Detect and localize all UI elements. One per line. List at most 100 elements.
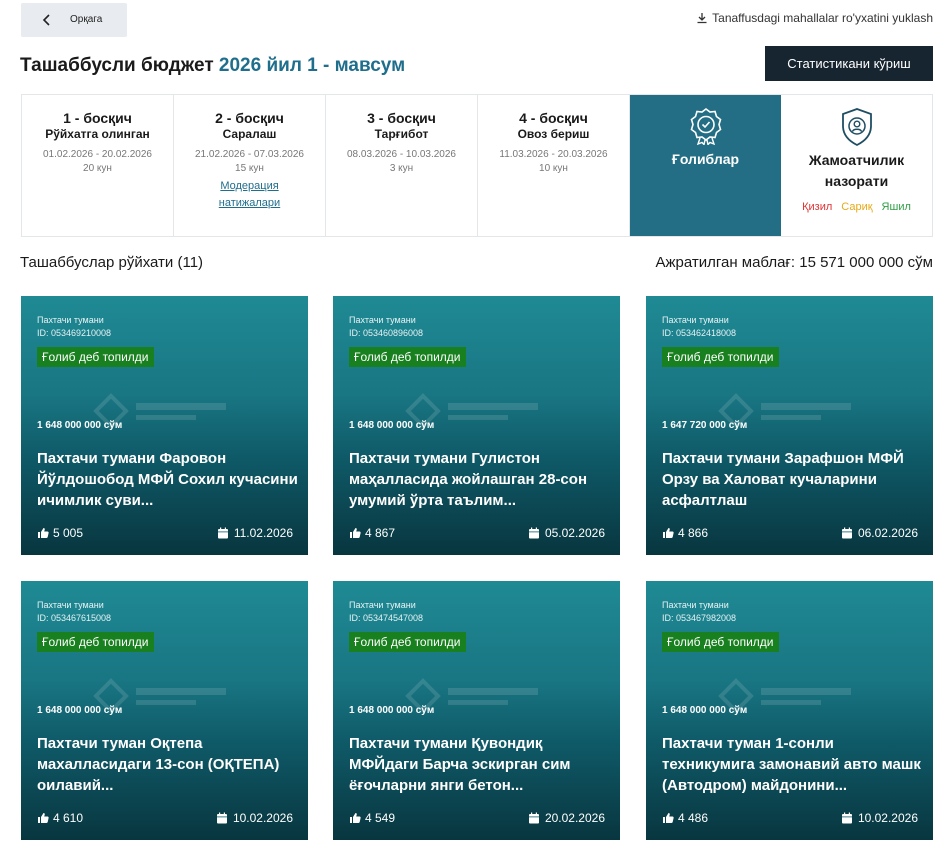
thumbs-up-icon [663, 528, 674, 538]
card-id: ID: 053469210008 [37, 328, 112, 338]
card-district: Пахтачи тумани [37, 600, 104, 610]
calendar-icon [841, 527, 852, 539]
card-district: Пахтачи тумани [349, 315, 416, 325]
card-date: 10.02.2026 [841, 811, 918, 825]
thumbs-up-icon [663, 813, 674, 823]
votes-count: 4 867 [365, 526, 396, 540]
thumbs-up-icon [350, 813, 361, 823]
winner-badge: Ғолиб деб топилди [662, 632, 779, 652]
card-amount: 1 648 000 000 сўм [662, 705, 748, 716]
stage-subtitle: Саралаш [222, 127, 277, 141]
card-title: Пахтачи тумани Зарафшон МФЙ Орзу ва Хало… [662, 450, 904, 509]
stage-subtitle: Рўйхатга олинган [45, 127, 150, 141]
stage-title: 4 - босқич [519, 110, 588, 126]
moderation-results-link[interactable]: Модерация натижалари [205, 178, 295, 212]
card-amount: 1 648 000 000 сўм [349, 420, 435, 431]
date-value: 10.02.2026 [232, 811, 293, 825]
stage-1: 1 - босқич Рўйхатга олинган 01.02.2026 -… [22, 95, 174, 236]
card-district: Пахтачи тумани [37, 315, 104, 325]
shield-user-icon [841, 108, 872, 147]
page-title: Ташаббусли бюджет 2026 йил 1 - мавсум [20, 55, 405, 77]
votes-count: 4 610 [53, 811, 84, 825]
card-amount: 1 647 720 000 сўм [662, 420, 748, 431]
status-color-legend: Қизил Сариқ Яшил [781, 201, 932, 213]
public-control-tab[interactable]: Жамоатчилик назорати Қизил Сариқ Яшил [781, 95, 932, 236]
card-title: Пахтачи тумани Қувондиқ МФЙдаги Барча эс… [349, 735, 571, 794]
view-statistics-button[interactable]: Статистикани кўриш [765, 46, 933, 81]
winner-badge: Ғолиб деб топилди [662, 347, 779, 367]
initiative-card[interactable]: Пахтачи тумани ID: 053460896008 Ғолиб де… [333, 296, 620, 555]
calendar-icon [528, 527, 539, 539]
card-amount: 1 648 000 000 сўм [37, 705, 123, 716]
calendar-icon [216, 812, 227, 824]
thumbs-up-icon [38, 528, 49, 538]
green-status-label: Яшил [881, 201, 911, 213]
calendar-icon [217, 527, 228, 539]
download-icon [697, 13, 707, 24]
card-amount: 1 648 000 000 сўм [349, 705, 435, 716]
card-id: ID: 053467982008 [662, 613, 737, 623]
votes-count: 4 549 [365, 811, 396, 825]
stages-bar: 1 - босқич Рўйхатга олинган 01.02.2026 -… [21, 94, 933, 237]
votes-count: 4 866 [678, 526, 709, 540]
card-title: Пахтачи туман Оқтепа махалласидаги 13-со… [37, 735, 280, 794]
stage-2: 2 - босқич Саралаш 21.02.2026 - 07.03.20… [174, 95, 326, 236]
stage-subtitle: Овоз бериш [517, 127, 590, 141]
stage-4: 4 - босқич Овоз бериш 11.03.2026 - 20.03… [478, 95, 630, 236]
public-control-label: Жамоатчилик назорати [808, 152, 905, 189]
winner-badge: Ғолиб деб топилди [37, 632, 154, 652]
initiative-card[interactable]: Пахтачи тумани ID: 053462418008 Ғолиб де… [646, 296, 933, 555]
card-votes: 4 549 [349, 811, 395, 825]
red-status-label: Қизил [802, 201, 833, 213]
stage-days: 15 кун [235, 163, 264, 174]
winner-badge: Ғолиб деб топилди [349, 632, 466, 652]
initiatives-list-title: Ташаббуслар рўйхати (11) [20, 254, 204, 271]
initiative-card[interactable]: Пахтачи тумани ID: 053474547008 Ғолиб де… [333, 581, 620, 840]
page-title-season: 2026 йил 1 - мавсум [218, 55, 406, 76]
winners-label: Ғолиблар [671, 151, 740, 167]
thumbs-up-icon [350, 528, 361, 538]
download-list-label: Tanaffusdagi mahallalar ro'yxatini yukla… [712, 11, 933, 25]
initiative-card[interactable]: Пахтачи тумани ID: 053467615008 Ғолиб де… [21, 581, 308, 840]
allocated-funds: Ажратилган маблағ: 15 571 000 000 сўм [655, 254, 933, 271]
initiative-card[interactable]: Пахтачи тумани ID: 053467982008 Ғолиб де… [646, 581, 933, 840]
date-value: 05.02.2026 [544, 526, 605, 540]
stage-3: 3 - босқич Тарғибот 08.03.2026 - 10.03.2… [326, 95, 478, 236]
stage-title: 2 - босқич [215, 110, 284, 126]
card-district: Пахтачи тумани [662, 315, 729, 325]
card-date: 05.02.2026 [528, 526, 605, 540]
card-date: 11.02.2026 [217, 526, 293, 540]
card-id: ID: 053460896008 [349, 328, 424, 338]
date-value: 20.02.2026 [544, 811, 605, 825]
card-id: ID: 053474547008 [349, 613, 424, 623]
stage-title: 1 - босқич [63, 110, 132, 126]
card-id: ID: 053462418008 [662, 328, 737, 338]
votes-count: 4 486 [678, 811, 709, 825]
date-value: 10.02.2026 [857, 811, 918, 825]
card-date: 06.02.2026 [841, 526, 918, 540]
stage-subtitle: Тарғибот [374, 127, 429, 141]
card-votes: 4 486 [662, 811, 708, 825]
card-date: 10.02.2026 [216, 811, 293, 825]
winners-tab[interactable]: Ғолиблар [630, 95, 781, 236]
winner-badge: Ғолиб деб топилди [349, 347, 466, 367]
card-title: Пахтачи тумани Гулистон маҳалласида жойл… [349, 450, 588, 509]
card-date: 20.02.2026 [528, 811, 605, 825]
chevron-left-icon [42, 14, 50, 26]
download-list-link[interactable]: Tanaffusdagi mahallalar ro'yxatini yukla… [696, 11, 933, 25]
initiative-card[interactable]: Пахтачи тумани ID: 053469210008 Ғолиб де… [21, 296, 308, 555]
stage-dates: 08.03.2026 - 10.03.2026 [347, 149, 456, 160]
date-value: 06.02.2026 [857, 526, 918, 540]
card-votes: 5 005 [37, 526, 83, 540]
award-badge-icon [690, 108, 721, 145]
card-votes: 4 610 [37, 811, 83, 825]
stage-dates: 21.02.2026 - 07.03.2026 [195, 149, 304, 160]
card-id: ID: 053467615008 [37, 613, 112, 623]
card-amount: 1 648 000 000 сўм [37, 420, 123, 431]
back-button-label: Орқага [70, 14, 103, 25]
card-votes: 4 866 [662, 526, 708, 540]
date-value: 11.02.2026 [233, 526, 293, 540]
stage-days: 10 кун [539, 163, 568, 174]
back-button[interactable]: Орқага [21, 3, 127, 37]
card-district: Пахтачи тумани [349, 600, 416, 610]
